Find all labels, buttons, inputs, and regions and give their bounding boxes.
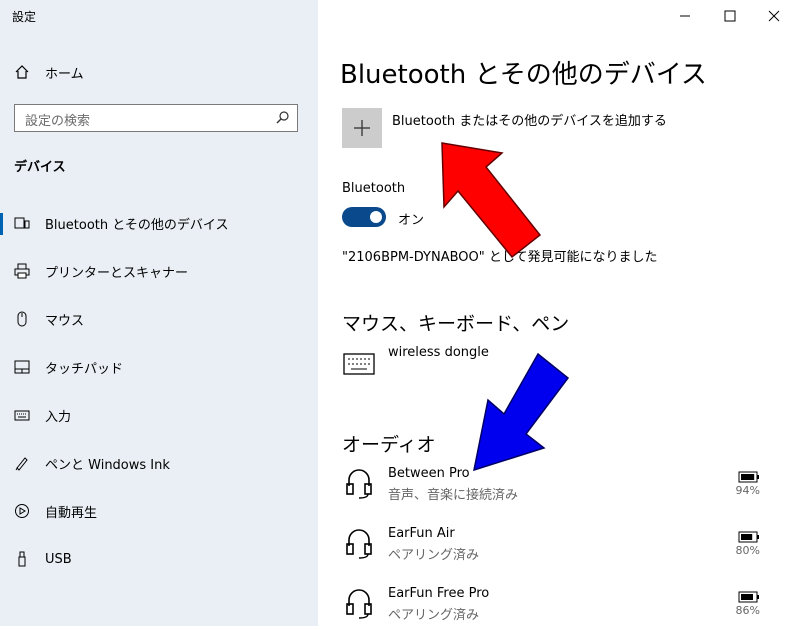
bluetooth-devices-icon <box>12 213 32 233</box>
minimize-button[interactable] <box>675 8 695 24</box>
search-icon[interactable] <box>275 110 291 126</box>
search-placeholder: 設定の検索 <box>25 114 91 129</box>
sidebar-item-label: プリンターとスキャナー <box>45 265 189 281</box>
settings-search-input[interactable]: 設定の検索 <box>14 104 298 132</box>
sidebar: 設定 ホーム 設定の検索 デバイス Bluetooth とその他のデバイス プリ… <box>0 0 318 626</box>
sidebar-item-label: USB <box>45 551 72 567</box>
close-button[interactable] <box>764 8 784 24</box>
sidebar-item-label: 自動再生 <box>45 505 98 521</box>
mouse-keyboard-pen-heading: マウス、キーボード、ペン <box>342 313 570 335</box>
page-title: Bluetooth とその他のデバイス <box>340 60 707 90</box>
sidebar-item-printers[interactable]: プリンターとスキャナー <box>0 251 318 291</box>
mouse-icon <box>12 309 32 329</box>
device-earfun-free-pro[interactable]: EarFun Free Pro ペアリング済み 86% <box>342 586 782 630</box>
add-device-button[interactable] <box>342 108 382 148</box>
maximize-button[interactable] <box>720 8 740 24</box>
minimize-icon <box>680 15 690 17</box>
bluetooth-toggle-state: オン <box>398 213 425 228</box>
bluetooth-heading: Bluetooth <box>342 181 406 196</box>
red-arrow-annotation <box>441 142 542 259</box>
battery-percent: 86% <box>735 604 760 617</box>
sidebar-item-typing[interactable]: 入力 <box>0 395 318 435</box>
headset-icon <box>342 466 376 500</box>
sidebar-item-autoplay[interactable]: 自動再生 <box>0 491 318 531</box>
sidebar-item-usb[interactable]: USB <box>0 539 318 579</box>
app-title: 設定 <box>12 10 37 24</box>
battery-icon <box>738 468 760 483</box>
headset-icon <box>342 526 376 560</box>
headset-icon <box>342 586 376 620</box>
nav-home[interactable]: ホーム <box>0 52 318 92</box>
device-status: ペアリング済み <box>388 548 480 563</box>
nav-home-label: ホーム <box>45 66 84 82</box>
battery-icon <box>738 588 760 603</box>
active-indicator <box>0 213 3 235</box>
plus-icon <box>354 120 370 136</box>
battery-percent: 94% <box>735 484 760 497</box>
device-name: EarFun Free Pro <box>388 586 490 601</box>
sidebar-item-touchpad[interactable]: タッチパッド <box>0 347 318 387</box>
keyboard-icon <box>12 405 32 425</box>
add-device-label[interactable]: Bluetooth またはその他のデバイスを追加する <box>392 110 667 129</box>
touchpad-icon <box>12 357 32 377</box>
main-content: Bluetooth とその他のデバイス Bluetooth またはその他のデバイ… <box>318 0 796 626</box>
device-name: EarFun Air <box>388 526 455 541</box>
toggle-knob <box>370 211 382 223</box>
autoplay-icon <box>12 501 32 521</box>
usb-icon <box>12 549 32 569</box>
sidebar-item-bluetooth[interactable]: Bluetooth とその他のデバイス <box>0 203 318 243</box>
audio-heading: オーディオ <box>342 434 436 456</box>
sidebar-item-pen[interactable]: ペンと Windows Ink <box>0 443 318 483</box>
close-icon <box>768 10 780 22</box>
device-name: Between Pro <box>388 466 470 481</box>
sidebar-item-label: 入力 <box>45 409 72 425</box>
bluetooth-toggle[interactable] <box>342 207 386 227</box>
device-status: ペアリング済み <box>388 608 480 623</box>
sidebar-item-label: Bluetooth とその他のデバイス <box>45 217 229 233</box>
battery-percent: 80% <box>735 544 760 557</box>
sidebar-section-title: デバイス <box>14 160 66 175</box>
sidebar-item-label: ペンと Windows Ink <box>45 457 170 473</box>
sidebar-item-label: マウス <box>45 313 85 329</box>
printer-icon <box>12 261 32 281</box>
battery-icon <box>738 528 760 543</box>
sidebar-item-label: タッチパッド <box>45 361 124 377</box>
sidebar-item-mouse[interactable]: マウス <box>0 299 318 339</box>
device-status: 音声、音楽に接続済み <box>388 488 519 503</box>
keyboard-icon <box>342 347 376 381</box>
device-earfun-air[interactable]: EarFun Air ペアリング済み 80% <box>342 526 782 570</box>
home-icon <box>12 62 32 82</box>
pen-icon <box>12 453 32 473</box>
maximize-icon <box>724 10 736 22</box>
blue-arrow-annotation <box>473 352 570 472</box>
